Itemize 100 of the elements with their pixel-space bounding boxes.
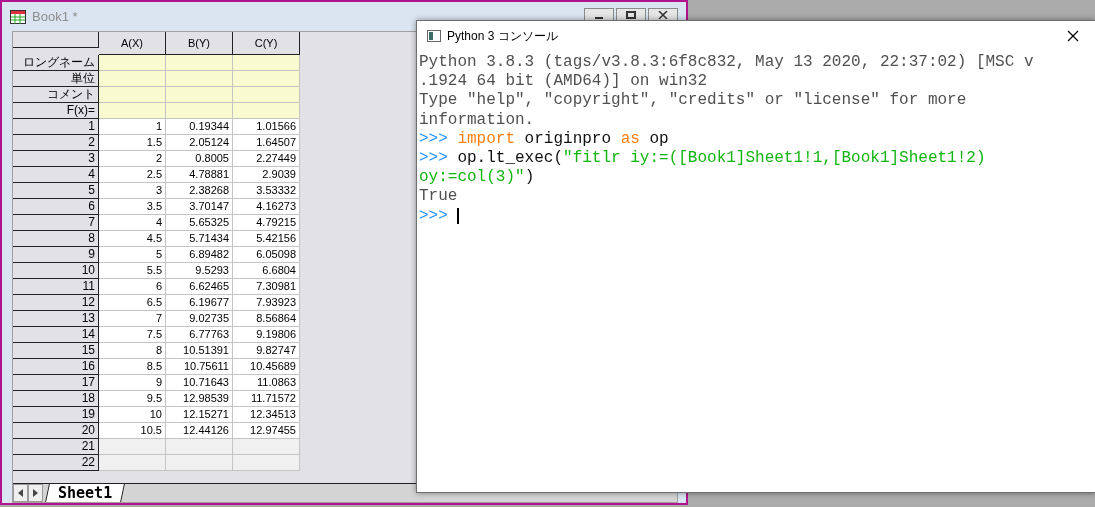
table-cell: 9.82747 — [233, 343, 300, 359]
table-cell: 0.8005 — [166, 151, 233, 167]
label-cell[interactable] — [233, 103, 300, 119]
row-number: 15 — [13, 343, 99, 359]
row-number: 22 — [13, 455, 99, 471]
table-cell: 12.44126 — [166, 423, 233, 439]
table-cell: 9.5 — [99, 391, 166, 407]
table-cell: 5 — [99, 247, 166, 263]
table-cell: 12.34513 — [233, 407, 300, 423]
output-text: .1924 64 bit (AMD64)] on win32 — [419, 72, 708, 92]
label-cell[interactable] — [166, 87, 233, 103]
table-cell: 4.79215 — [233, 215, 300, 231]
window-icon — [427, 30, 441, 42]
column-header: C(Y) — [233, 32, 300, 55]
label-cell[interactable] — [99, 103, 166, 119]
table-cell: 9.5293 — [166, 263, 233, 279]
table-cell: 6.6804 — [233, 263, 300, 279]
table-cell: 0.19344 — [166, 119, 233, 135]
table-cell: 7 — [99, 311, 166, 327]
row-label: ロングネーム — [13, 55, 99, 71]
label-cell[interactable] — [99, 55, 166, 71]
table-cell: 8 — [99, 343, 166, 359]
table-cell: 11.0863 — [233, 375, 300, 391]
code-text: originpro — [523, 129, 613, 149]
row-number: 12 — [13, 295, 99, 311]
table-cell: 4 — [99, 215, 166, 231]
row-number: 4 — [13, 167, 99, 183]
string-text: oy:=col(3)" — [419, 168, 525, 188]
table-cell: 2.05124 — [166, 135, 233, 151]
row-number: 3 — [13, 151, 99, 167]
table-cell: 5.65325 — [166, 215, 233, 231]
row-number: 20 — [13, 423, 99, 439]
table-cell: 1.5 — [99, 135, 166, 151]
table-cell: 10 — [99, 407, 166, 423]
table-cell: 2.9039 — [233, 167, 300, 183]
table-cell: 7.30981 — [233, 279, 300, 295]
table-cell: 12.97455 — [233, 423, 300, 439]
label-cell[interactable] — [99, 71, 166, 87]
label-cell[interactable] — [166, 55, 233, 71]
row-number: 18 — [13, 391, 99, 407]
table-cell: 12.98539 — [166, 391, 233, 407]
table-cell: 6.5 — [99, 295, 166, 311]
keyword-text: as — [620, 129, 640, 149]
row-number: 9 — [13, 247, 99, 263]
scroll-left-button[interactable] — [13, 484, 28, 502]
table-cell: 9.02735 — [166, 311, 233, 327]
output-text: Python 3.8.3 (tags/v3.8.3:6f8c832, May 13 2020, 22:37:02) [MSC v — [419, 53, 1034, 73]
table-cell: 4.78881 — [166, 167, 233, 183]
row-number: 21 — [13, 439, 99, 455]
label-cell[interactable] — [233, 87, 300, 103]
table-cell: 7.93923 — [233, 295, 300, 311]
label-cell[interactable] — [166, 103, 233, 119]
label-cell[interactable] — [166, 71, 233, 87]
row-number: 11 — [13, 279, 99, 295]
label-cell[interactable] — [233, 71, 300, 87]
corner-cell[interactable] — [13, 32, 99, 48]
code-text: op — [648, 129, 669, 149]
row-number: 1 — [13, 119, 99, 135]
row-number: 19 — [13, 407, 99, 423]
table-cell: 8.56864 — [233, 311, 300, 327]
window-title: Python 3 コンソール — [447, 27, 558, 45]
scroll-right-button[interactable] — [28, 484, 43, 502]
text-cursor — [457, 208, 460, 225]
column-header: B(Y) — [166, 32, 233, 55]
close-icon — [658, 11, 668, 19]
table-cell: 10.5 — [99, 423, 166, 439]
table-cell: 3.5 — [99, 199, 166, 215]
table-cell: 1 — [99, 119, 166, 135]
row-number: 16 — [13, 359, 99, 375]
table-cell: 9 — [99, 375, 166, 391]
prompt-text: >>> — [419, 206, 449, 226]
table-cell: 6.05098 — [233, 247, 300, 263]
row-number: 6 — [13, 199, 99, 215]
table-cell: 10.75611 — [166, 359, 233, 375]
table-cell: 3.70147 — [166, 199, 233, 215]
table-cell: 6.77763 — [166, 327, 233, 343]
label-cell[interactable] — [233, 55, 300, 71]
table-cell: 2 — [99, 151, 166, 167]
table-cell: 1.64507 — [233, 135, 300, 151]
close-icon — [1067, 30, 1079, 42]
row-number: 2 — [13, 135, 99, 151]
table-cell: 10.71643 — [166, 375, 233, 391]
table-cell: 4.5 — [99, 231, 166, 247]
table-cell: 5.42156 — [233, 231, 300, 247]
row-number: 10 — [13, 263, 99, 279]
table-cell: 3 — [99, 183, 166, 199]
code-text: op.lt_exec( — [457, 148, 564, 169]
string-text: "fitlr iy:=([Book1]Sheet1!1,[Book1]Sheet1!2) — [563, 148, 986, 169]
table-cell: 3.53332 — [233, 183, 300, 199]
table-cell: 12.15271 — [166, 407, 233, 423]
row-number: 14 — [13, 327, 99, 343]
table-cell: 4.16273 — [233, 199, 300, 215]
output-text: Type "help", "copyright", "credits" or "license" for more — [419, 91, 967, 111]
table-cell: 1.01566 — [233, 119, 300, 135]
table-cell: 2.27449 — [233, 151, 300, 167]
table-cell: 6.19677 — [166, 295, 233, 311]
table-cell: 6.62465 — [166, 279, 233, 295]
sheet-tab[interactable]: Sheet1 — [45, 484, 126, 502]
row-label: 単位 — [13, 71, 99, 87]
label-cell[interactable] — [99, 87, 166, 103]
